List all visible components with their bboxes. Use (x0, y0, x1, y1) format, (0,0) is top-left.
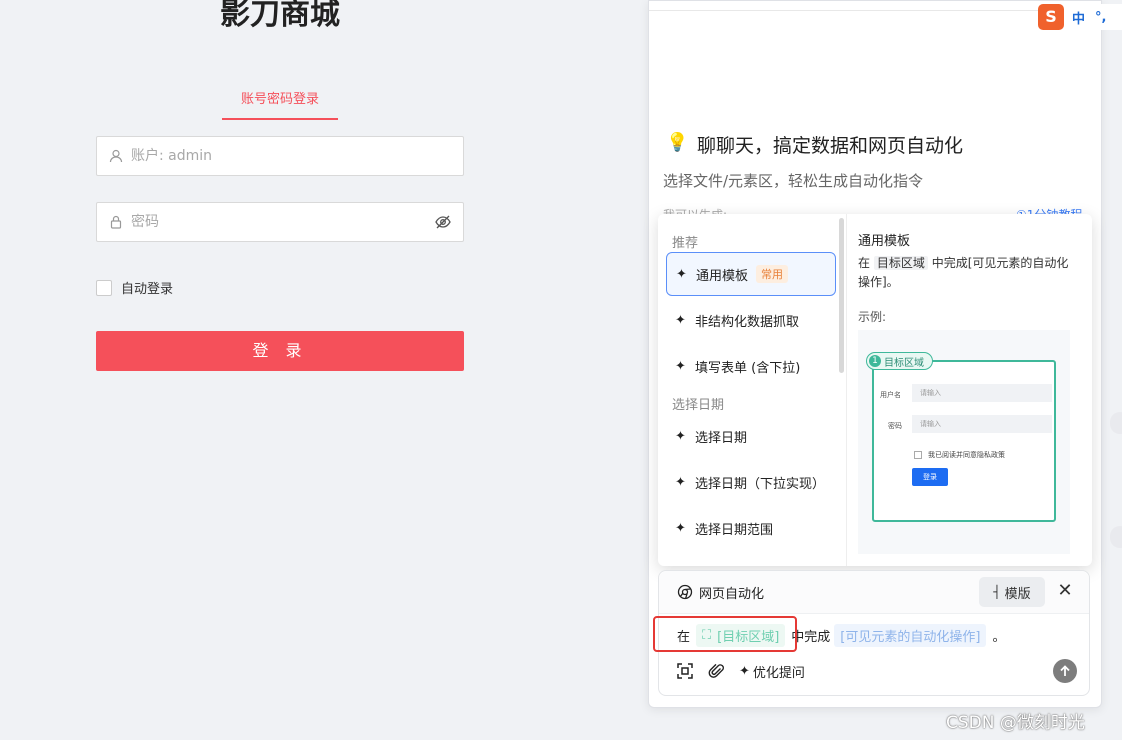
example-username-input: 请输入 (912, 384, 1052, 402)
preview-desc-prefix: 在 (858, 256, 871, 270)
close-icon[interactable]: ✕ (1055, 581, 1075, 601)
browser-icon (677, 584, 693, 600)
account-input[interactable] (129, 137, 463, 175)
optimize-prompt-label: 优化提问 (752, 665, 805, 681)
login-page-title: 影刀商城 (220, 0, 340, 32)
template-menu: 推荐 ✦ 通用模板 常用 ✦ 非结构化数据抓取 ✦ 填写表单 (含下拉) 选择日… (658, 214, 1092, 566)
screenshot-select-icon[interactable] (675, 661, 695, 681)
example-username-label: 用户名 (880, 391, 901, 399)
example-password-input: 请输入 (912, 415, 1052, 433)
sparkle-icon: ✦ (675, 312, 686, 328)
preview-description: 在 目标区域 中完成[可见元素的自动化操作]。 (858, 254, 1078, 292)
prompt-end: 。 (992, 629, 1006, 645)
login-button[interactable]: 登 录 (96, 331, 464, 371)
attachment-icon[interactable] (707, 661, 727, 681)
composer-context-title: 网页自动化 (699, 587, 765, 602)
sparkle-icon: ✦ (675, 428, 686, 444)
eye-invisible-icon[interactable] (435, 213, 453, 231)
action-slot[interactable]: [可见元素的自动化操作] (834, 623, 987, 647)
panel-divider (649, 10, 1101, 11)
send-button[interactable] (1053, 659, 1077, 683)
auto-login-label: 自动登录 (121, 282, 174, 297)
template-item-fill-form[interactable]: ✦ 填写表单 (含下拉) (666, 344, 836, 388)
user-icon (109, 148, 125, 164)
example-region-text: 目标区域 (884, 357, 924, 369)
watermark: CSDN @微刻时光 (946, 713, 1085, 733)
group-recommended: 推荐 (672, 236, 699, 251)
example-target-frame: 用户名 请输入 密码 请输入 我已阅读并同意隐私政策 登录 (872, 360, 1056, 522)
password-field[interactable] (96, 202, 464, 242)
template-button-label: 模版 (1004, 586, 1031, 602)
side-scroll-handle[interactable] (1110, 412, 1122, 434)
template-item-label: 通用模板 (696, 268, 749, 284)
template-item-label: 选择日期范围 (695, 522, 774, 538)
region-number-badge: 1 (869, 355, 881, 367)
side-scroll-handle[interactable] (1110, 526, 1122, 548)
template-item-label: 选择日期 (695, 430, 748, 446)
example-agree: 我已阅读并同意隐私政策 (914, 450, 1005, 460)
example-password-label: 密码 (888, 422, 902, 430)
example-illustration: 用户名 请输入 密码 请输入 我已阅读并同意隐私政策 登录 1 目标区域 (858, 330, 1070, 554)
auto-login-option[interactable]: 自动登录 (96, 278, 173, 297)
template-item-label: 填写表单 (含下拉) (695, 360, 801, 376)
sparkle-icon: ✦ (676, 266, 687, 282)
composer-header: 网页自动化 ┤ 模版 ✕ (659, 571, 1089, 614)
highlight-annotation (653, 616, 797, 652)
template-list: 推荐 ✦ 通用模板 常用 ✦ 非结构化数据抓取 ✦ 填写表单 (含下拉) 选择日… (658, 214, 847, 566)
template-item-label: 非结构化数据抓取 (695, 314, 800, 330)
password-input[interactable] (129, 203, 435, 241)
tab-account-password-login[interactable]: 账号密码登录 (222, 88, 338, 120)
optimize-prompt-button[interactable]: ✦ 优化提问 (739, 662, 805, 681)
preview-region-chip: 目标区域 (873, 256, 928, 270)
account-field[interactable] (96, 136, 464, 176)
group-select-date: 选择日期 (672, 398, 725, 413)
auto-login-checkbox[interactable] (96, 279, 112, 296)
sparkle-icon: ✦ (675, 358, 686, 374)
preview-title: 通用模板 (858, 234, 911, 249)
template-item-select-date-range[interactable]: ✦ 选择日期范围 (666, 506, 836, 550)
template-preview: 通用模板 在 目标区域 中完成[可见元素的自动化操作]。 示例: 用户名 请输入… (858, 214, 1078, 566)
prompt-middle: 中完成 (791, 629, 831, 645)
sparkle-icon: ✦ (675, 520, 686, 536)
lock-icon (109, 214, 125, 230)
hero-title: 聊聊天，搞定数据和网页自动化 (697, 135, 964, 157)
template-item-label: 选择日期（下拉实现） (695, 476, 826, 492)
template-item-select-date-dropdown[interactable]: ✦ 选择日期（下拉实现） (666, 460, 836, 504)
composer-toolbar: ✦ 优化提问 (675, 661, 805, 681)
template-item-general[interactable]: ✦ 通用模板 常用 (666, 252, 836, 296)
arrow-up-icon (1060, 665, 1070, 676)
ime-mode[interactable]: 中 (1072, 8, 1085, 27)
ime-toolbar[interactable]: S 中 °, (1038, 4, 1122, 30)
example-login-button: 登录 (912, 468, 948, 486)
example-region-label: 1 目标区域 (866, 352, 933, 370)
template-list-scrollbar[interactable] (839, 218, 844, 373)
sogou-logo-icon: S (1038, 4, 1064, 30)
ime-punctuation[interactable]: °, (1095, 10, 1106, 25)
sparkle-icon: ✦ (675, 474, 686, 490)
sparkle-icon: ✦ (739, 663, 750, 679)
template-icon: ┤ (993, 585, 1001, 599)
common-badge: 常用 (756, 265, 789, 283)
example-agree-text: 我已阅读并同意隐私政策 (928, 451, 1005, 459)
hero-subtitle: 选择文件/元素区，轻松生成自动化指令 (663, 172, 924, 190)
template-button[interactable]: ┤ 模版 (979, 577, 1045, 607)
example-label: 示例: (858, 310, 887, 324)
template-item-unstructured-scrape[interactable]: ✦ 非结构化数据抓取 (666, 298, 836, 342)
template-item-select-date[interactable]: ✦ 选择日期 (666, 414, 836, 458)
lightbulb-icon: 💡 (666, 132, 689, 153)
